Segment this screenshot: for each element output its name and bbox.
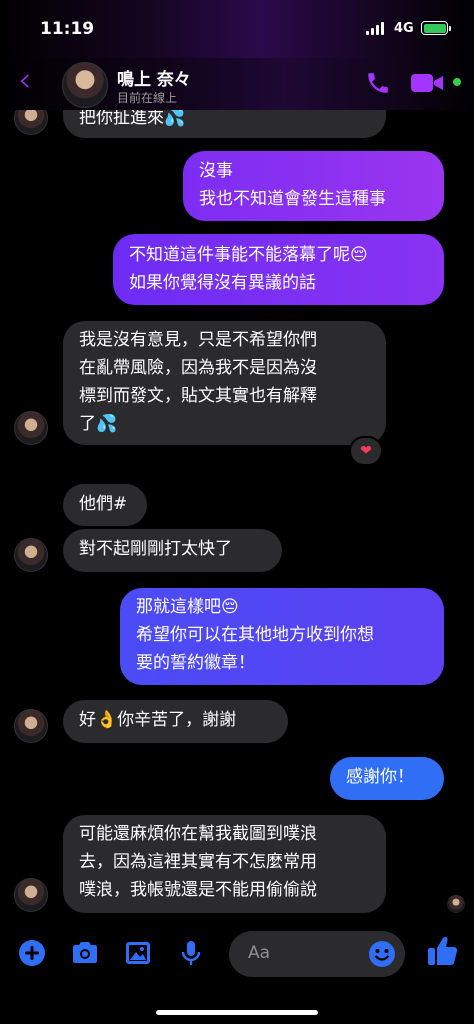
phone-call-icon[interactable] (365, 70, 391, 96)
battery-icon (421, 21, 451, 35)
presence-status: 目前在線上 (117, 91, 178, 105)
network-type: 4G (394, 21, 414, 36)
message-bubble-incoming[interactable]: 對不起剛剛打太快了 (63, 529, 282, 572)
online-indicator (451, 76, 463, 88)
chat-header: ‹ 鳴上 奈々 目前在線上 (0, 58, 474, 110)
sender-avatar[interactable] (14, 709, 48, 743)
sender-avatar[interactable] (14, 411, 48, 445)
status-bar: 11:19 4G (0, 0, 474, 58)
contact-avatar[interactable] (62, 62, 108, 108)
home-indicator (156, 1010, 318, 1015)
microphone-icon[interactable] (176, 938, 206, 968)
read-receipt-avatar (447, 895, 465, 913)
message-bubble-outgoing[interactable]: 沒事 我也不知道會發生這種事 (183, 151, 444, 221)
emoji-icon[interactable] (367, 939, 397, 969)
message-bubble-incoming[interactable]: 我是沒有意見，只是不希望你們 在亂帶風險，因為我不是因為沒 標到而發文，貼文其實… (63, 321, 386, 445)
thumbs-up-icon[interactable] (426, 934, 458, 968)
message-input[interactable]: Aa (229, 931, 405, 977)
contact-name[interactable]: 鳴上 奈々 (117, 65, 191, 90)
message-bubble-outgoing[interactable]: 不知道這件事能不能落幕了呢😔 如果你覺得沒有異議的話 (113, 234, 444, 305)
signal-icon (366, 22, 384, 35)
message-bubble-incoming[interactable]: 他們# (63, 484, 147, 526)
message-bubble-outgoing[interactable]: 那就這樣吧😔 希望你可以在其他地方收到你想 要的誓約徽章！ (120, 588, 444, 685)
message-bubble-incoming[interactable]: 可能還麻煩你在幫我截圖到噗浪 去，因為這裡其實有不怎麼常用 噗浪，我帳號還是不能… (63, 815, 386, 913)
sender-avatar[interactable] (14, 538, 48, 572)
message-list[interactable]: 把你扯進來💦 沒事 我也不知道會發生這種事 不知道這件事能不能落幕了呢😔 如果你… (0, 0, 474, 1024)
status-time: 11:19 (40, 19, 95, 39)
camera-icon[interactable] (70, 938, 100, 968)
video-call-icon[interactable] (410, 71, 444, 95)
heart-reaction-icon[interactable]: ❤ (349, 436, 383, 466)
plus-icon[interactable] (17, 938, 47, 968)
message-bubble-outgoing[interactable]: 感謝你！ (330, 757, 444, 800)
message-bubble-incoming[interactable]: 好👌你辛苦了，謝謝 (63, 700, 288, 743)
message-composer: Aa (0, 920, 474, 1024)
back-icon[interactable]: ‹ (18, 62, 32, 98)
message-input-placeholder: Aa (248, 943, 271, 963)
sender-avatar[interactable] (14, 878, 48, 912)
image-icon[interactable] (123, 938, 153, 968)
